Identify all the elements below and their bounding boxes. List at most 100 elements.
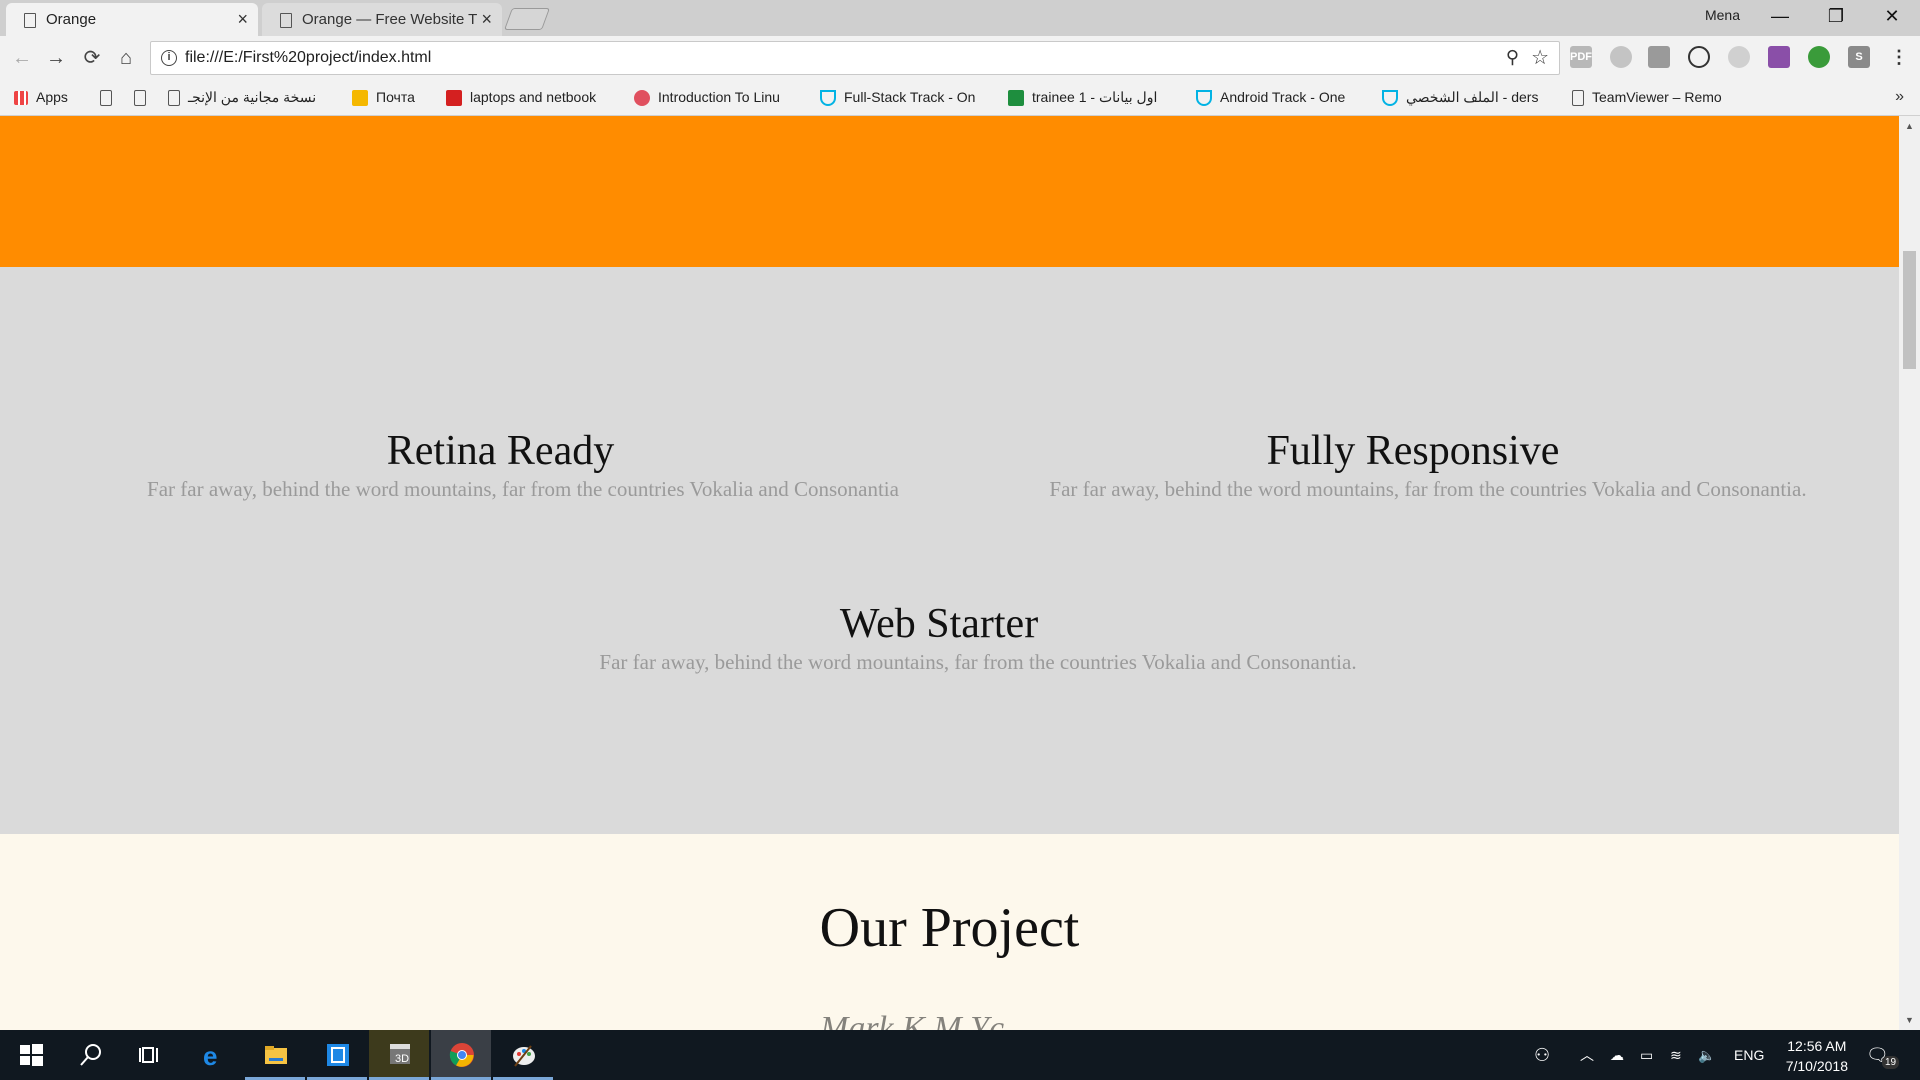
apps-grid-icon (14, 91, 28, 106)
bookmark-android[interactable]: Android Track - One (1196, 80, 1368, 116)
task-view-button[interactable] (120, 1030, 180, 1080)
udemy-icon (634, 90, 650, 107)
bookmark-label: نسخة مجانية من الإنجـ (188, 89, 317, 105)
bookmark-label: Introduction To Linu (658, 89, 780, 105)
profile-name[interactable]: Mena (1705, 7, 1740, 23)
battery-icon[interactable]: ▭ (1640, 1030, 1653, 1080)
bookmark-extension-icon[interactable] (1648, 46, 1670, 68)
taskbar-paint[interactable] (493, 1030, 553, 1080)
bookmark-page[interactable] (134, 80, 154, 116)
udacity-icon (820, 90, 836, 107)
feature-title: Web Starter (839, 601, 1039, 647)
notification-count-badge: 19 (1882, 1056, 1900, 1069)
s-extension-icon[interactable]: S (1848, 46, 1870, 68)
onedrive-icon[interactable]: ☁ (1610, 1030, 1624, 1080)
tab-title: Orange (46, 11, 97, 28)
start-button[interactable] (0, 1030, 60, 1080)
language-indicator[interactable]: ENG (1734, 1030, 1764, 1080)
reload-button[interactable]: ⟳ (78, 44, 106, 72)
taskbar-media-app[interactable]: 3D (369, 1030, 429, 1080)
paint-icon (513, 1045, 535, 1067)
feature-title: Fully Responsive (1266, 428, 1560, 474)
feature-text: Far far away, behind the word mountains,… (147, 477, 899, 501)
bookmark-label: laptops and netbook (470, 89, 597, 105)
bookmark-fullstack[interactable]: Full-Stack Track - On (820, 80, 992, 116)
page-icon (24, 13, 36, 28)
features-section: Retina Ready Far far away, behind the wo… (0, 267, 1899, 834)
menu-icon[interactable]: ⋮ (1888, 46, 1910, 68)
show-hidden-icons-icon[interactable]: ︿ (1580, 1030, 1594, 1080)
bookmark-profile[interactable]: الملف الشخصي - ders (1382, 80, 1558, 116)
project-section: Our Project Mark K.M.Yc (0, 834, 1899, 1030)
project-image-watermark: Mark K.M.Yc (820, 1010, 1005, 1030)
windows-logo-icon (20, 1044, 43, 1066)
bookmark-star-icon[interactable]: ☆ (1531, 45, 1549, 70)
page-viewport: Retina Ready Far far away, behind the wo… (0, 116, 1899, 1030)
orange-banner (0, 116, 1899, 267)
restore-button[interactable]: ❐ (1808, 0, 1864, 32)
bookmark-laptops[interactable]: laptops and netbook (446, 80, 618, 116)
close-tab-icon[interactable]: × (237, 3, 248, 36)
scroll-thumb[interactable] (1903, 251, 1916, 369)
download-extension-icon[interactable] (1768, 46, 1790, 68)
bookmark-linux[interactable]: Introduction To Linu (634, 80, 806, 116)
feature-text: Far far away, behind the word mountains,… (599, 650, 1357, 674)
taskbar-chrome[interactable] (431, 1030, 491, 1080)
scroll-up-arrow-icon[interactable]: ▲ (1899, 118, 1920, 134)
clock-date: 7/10/2018 (1785, 1058, 1848, 1074)
close-window-button[interactable]: ✕ (1864, 0, 1920, 32)
app-icon (327, 1044, 349, 1066)
tab-orange[interactable]: Orange × (6, 3, 258, 36)
extension-icon[interactable] (1610, 46, 1632, 68)
bookmark-teamviewer[interactable]: TeamViewer – Remo (1572, 80, 1748, 116)
feature-title: Retina Ready (386, 428, 615, 474)
feature-web-starter: Web Starter Far far away, behind the wor… (578, 600, 1378, 674)
bookmark-arabic-copy[interactable]: نسخة مجانية من الإنجـ (168, 80, 338, 116)
back-button[interactable]: ← (8, 44, 36, 72)
feature-retina: Retina Ready Far far away, behind the wo… (128, 427, 918, 501)
l-icon (446, 90, 462, 107)
taskbar-edge[interactable]: e (183, 1030, 243, 1080)
minimize-button[interactable]: — (1752, 0, 1808, 32)
bookmarks-overflow-button[interactable]: » (1895, 80, 1904, 114)
page-icon (100, 90, 112, 107)
home-button[interactable]: ⌂ (112, 44, 140, 72)
people-icon[interactable]: ⚇ (1534, 1030, 1550, 1080)
close-tab-icon[interactable]: × (481, 3, 492, 36)
pdf-extension-icon[interactable]: PDF (1570, 46, 1592, 68)
sheets-icon (1008, 90, 1024, 107)
zoom-icon[interactable]: ⚲ (1506, 47, 1519, 68)
new-tab-button[interactable] (503, 8, 551, 30)
forward-button[interactable]: → (42, 44, 70, 72)
notification-center-icon[interactable]: 🗨 (1866, 1030, 1889, 1080)
bookmark-label: الملف الشخصي - ders (1406, 89, 1539, 105)
bookmark-mail[interactable]: Почта (352, 80, 415, 116)
url-text[interactable]: file:///E:/First%20project/index.html (185, 42, 431, 74)
bookmark-trainee[interactable]: trainee 1 - اول بيانات (1008, 80, 1180, 116)
page-icon (1572, 90, 1584, 107)
bookmark-label: Android Track - One (1220, 89, 1346, 105)
page-scrollbar[interactable]: ▲ ▼ (1899, 116, 1920, 1030)
bookmark-apps[interactable]: Apps (14, 80, 68, 116)
tab-orange-free-website[interactable]: Orange — Free Website T × (262, 3, 502, 36)
search-button[interactable] (60, 1030, 120, 1080)
bookmark-label: Full-Stack Track - On (844, 89, 976, 105)
clock[interactable]: 12:56 AM 7/10/2018 (1786, 1036, 1848, 1076)
bookmark-page[interactable] (100, 80, 120, 116)
bookmark-label: trainee 1 - اول بيانات (1032, 89, 1158, 105)
feature-text: Far far away, behind the word mountains,… (1049, 477, 1807, 501)
speedometer-icon[interactable] (1688, 46, 1710, 68)
media-app-icon: 3D (390, 1044, 410, 1065)
taskbar-app[interactable] (307, 1030, 367, 1080)
svg-text:e: e (203, 1042, 217, 1068)
wifi-icon[interactable]: ≋ (1670, 1030, 1682, 1080)
volume-icon[interactable]: 🔈 (1698, 1030, 1715, 1080)
scroll-down-arrow-icon[interactable]: ▼ (1899, 1012, 1920, 1028)
taskbar-file-explorer[interactable] (245, 1030, 305, 1080)
address-bar[interactable]: i file:///E:/First%20project/index.html … (150, 41, 1560, 75)
title-bar: Orange × Orange — Free Website T × Mena … (0, 0, 1920, 36)
feature-responsive: Fully Responsive Far far away, behind th… (1028, 427, 1828, 501)
info-icon[interactable]: i (161, 50, 177, 66)
globe-extension-icon[interactable] (1808, 46, 1830, 68)
extension-icon[interactable] (1728, 46, 1750, 68)
